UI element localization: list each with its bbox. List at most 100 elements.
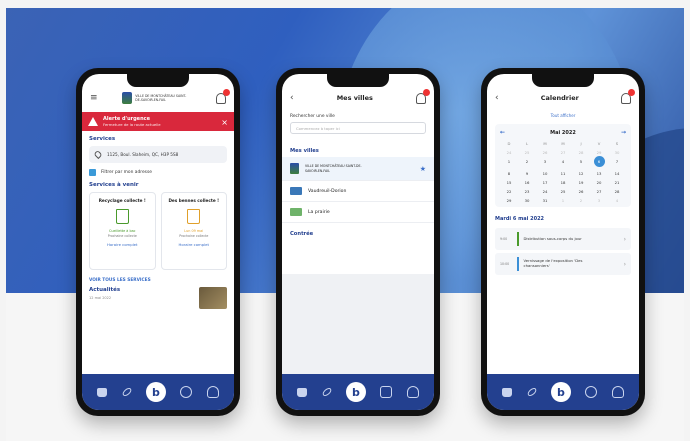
calendar-day[interactable]: 27 (554, 150, 572, 155)
calendar-day[interactable]: 1 (500, 159, 518, 167)
emergency-alert[interactable]: Alerte d'urgence Fermeture de la route a… (82, 112, 234, 131)
calendar-day[interactable]: 4 (608, 198, 626, 203)
link-icon[interactable] (320, 386, 333, 398)
home-icon[interactable] (97, 387, 108, 397)
address-selector[interactable]: 1125, Boul. Slaheim, QC, H3P 5S8 (89, 146, 227, 163)
calendar-day[interactable]: 3 (536, 159, 554, 167)
event-color-bar (517, 232, 519, 246)
link-icon[interactable] (120, 386, 133, 398)
calendar-day[interactable]: 1 (554, 198, 572, 203)
schedule-link[interactable]: Horaire complet (107, 242, 138, 247)
calendar-day[interactable]: 17 (536, 180, 554, 185)
calendar-day[interactable]: 28 (572, 150, 590, 155)
recycling-bin-icon (115, 209, 129, 225)
home-icon[interactable] (297, 387, 308, 397)
calendar-day[interactable]: 2 (518, 159, 536, 167)
close-icon[interactable]: × (221, 118, 228, 127)
calendar-day[interactable]: 5 (572, 159, 590, 167)
calendar-day[interactable]: 24 (536, 189, 554, 194)
calendar-day[interactable]: 25 (554, 189, 572, 194)
menu-icon[interactable]: ≡ (90, 93, 98, 103)
next-month-icon[interactable]: → (621, 129, 626, 136)
calendar-day[interactable]: 29 (500, 198, 518, 203)
calendar-day[interactable]: 8 (500, 171, 518, 176)
back-icon[interactable]: ‹ (495, 93, 499, 103)
calendar-day[interactable]: 30 (608, 150, 626, 155)
recycling-card[interactable]: Recyclage collecte ! Cueillette à bac Pr… (89, 192, 156, 270)
city-item[interactable]: Vaudreuil-Dorion (282, 181, 434, 202)
crest-icon (122, 92, 133, 104)
calendar-day[interactable]: 6 (593, 156, 605, 167)
city-item[interactable]: VILLE DE MONTCHÂTEAU SAINT-DE-SAVOIR-EN-… (282, 157, 434, 181)
calendar-day[interactable]: 25 (518, 150, 536, 155)
warning-icon (88, 117, 98, 126)
city-item[interactable]: La prairie (282, 202, 434, 223)
calendar-day[interactable]: 31 (536, 198, 554, 203)
calendar-day[interactable]: 18 (554, 180, 572, 185)
calendar-day[interactable]: 15 (500, 180, 518, 185)
phone-calendar: ‹ Calendrier Tout afficher ← Mai 2022 → … (481, 68, 645, 416)
city-name: La prairie (308, 209, 330, 215)
calendar-day[interactable]: 30 (518, 198, 536, 203)
calendar-day[interactable]: 7 (608, 159, 626, 167)
b-logo-icon[interactable]: b (345, 382, 366, 402)
see-all-services-link[interactable]: VOIR TOUS LES SERVICES (89, 278, 227, 283)
info-icon[interactable] (585, 386, 598, 398)
link-icon[interactable] (525, 386, 538, 398)
prev-month-icon[interactable]: ← (500, 129, 505, 136)
calendar-day[interactable]: 11 (554, 171, 572, 176)
calendar-icon[interactable] (380, 386, 393, 398)
filter-label: Filtrer par mon adresse (101, 170, 152, 175)
show-all-link[interactable]: Tout afficher (487, 113, 639, 118)
phone-notch (532, 74, 594, 87)
calendar-day[interactable]: 26 (536, 150, 554, 155)
calendar-day[interactable]: 24 (500, 150, 518, 155)
calendar-day[interactable]: 10 (536, 171, 554, 176)
page-title: Calendrier (540, 94, 579, 102)
schedule-link[interactable]: Horaire complet (178, 242, 209, 247)
bell-icon[interactable] (620, 88, 635, 104)
weekday-label: M (561, 141, 565, 146)
calendar-day[interactable]: 16 (518, 180, 536, 185)
news-thumbnail[interactable] (199, 287, 227, 309)
bell-icon[interactable] (215, 88, 230, 104)
calendar-day[interactable]: 27 (590, 189, 608, 194)
event-item[interactable]: 9:00 Distribution sous-corps du jour › (495, 228, 631, 250)
calendar-day[interactable]: 3 (590, 198, 608, 203)
back-icon[interactable]: ‹ (290, 93, 294, 103)
user-icon[interactable] (206, 386, 219, 398)
calendar-day[interactable]: 23 (518, 189, 536, 194)
event-item[interactable]: 10:00 Vernissage de l'exposition 'Des ch… (495, 253, 631, 275)
checkbox[interactable] (89, 169, 96, 176)
logo-text: VILLE DE MONTCHÂTEAU SAINT-DE-SAVOIR-EN-… (135, 93, 187, 102)
calendar-day[interactable]: 12 (572, 171, 590, 176)
star-icon[interactable]: ★ (420, 165, 426, 173)
calendar-day[interactable]: 21 (608, 180, 626, 185)
calendar-day[interactable]: 13 (590, 171, 608, 176)
card-title: Recyclage collecte ! (98, 198, 146, 203)
tab-bar: b (282, 374, 434, 410)
event-time: 10:00 (500, 262, 510, 266)
b-logo-icon[interactable]: b (550, 382, 571, 402)
calendar-day[interactable]: 2 (572, 198, 590, 203)
bell-icon[interactable] (415, 88, 430, 104)
b-logo-icon[interactable]: b (145, 382, 166, 402)
info-icon[interactable] (180, 386, 193, 398)
calendar-day[interactable]: 19 (572, 180, 590, 185)
calendar-day[interactable]: 29 (590, 150, 608, 155)
calendar-day[interactable]: 14 (608, 171, 626, 176)
chevron-right-icon: › (623, 260, 626, 268)
user-icon[interactable] (406, 386, 419, 398)
calendar-day[interactable]: 20 (590, 180, 608, 185)
calendar-day[interactable]: 4 (554, 159, 572, 167)
weekday-label: L (525, 141, 529, 146)
calendar-day[interactable]: 26 (572, 189, 590, 194)
search-input[interactable]: Commencez à taper ici (290, 122, 426, 134)
filter-checkbox-row[interactable]: Filtrer par mon adresse (89, 169, 227, 176)
calendar-day[interactable]: 22 (500, 189, 518, 194)
home-icon[interactable] (502, 387, 513, 397)
bulk-card[interactable]: Des bennes collecte ! Lun 09 mai Prochai… (160, 192, 227, 270)
user-icon[interactable] (611, 386, 624, 398)
calendar-day[interactable]: 9 (518, 171, 536, 176)
calendar-day[interactable]: 28 (608, 189, 626, 194)
